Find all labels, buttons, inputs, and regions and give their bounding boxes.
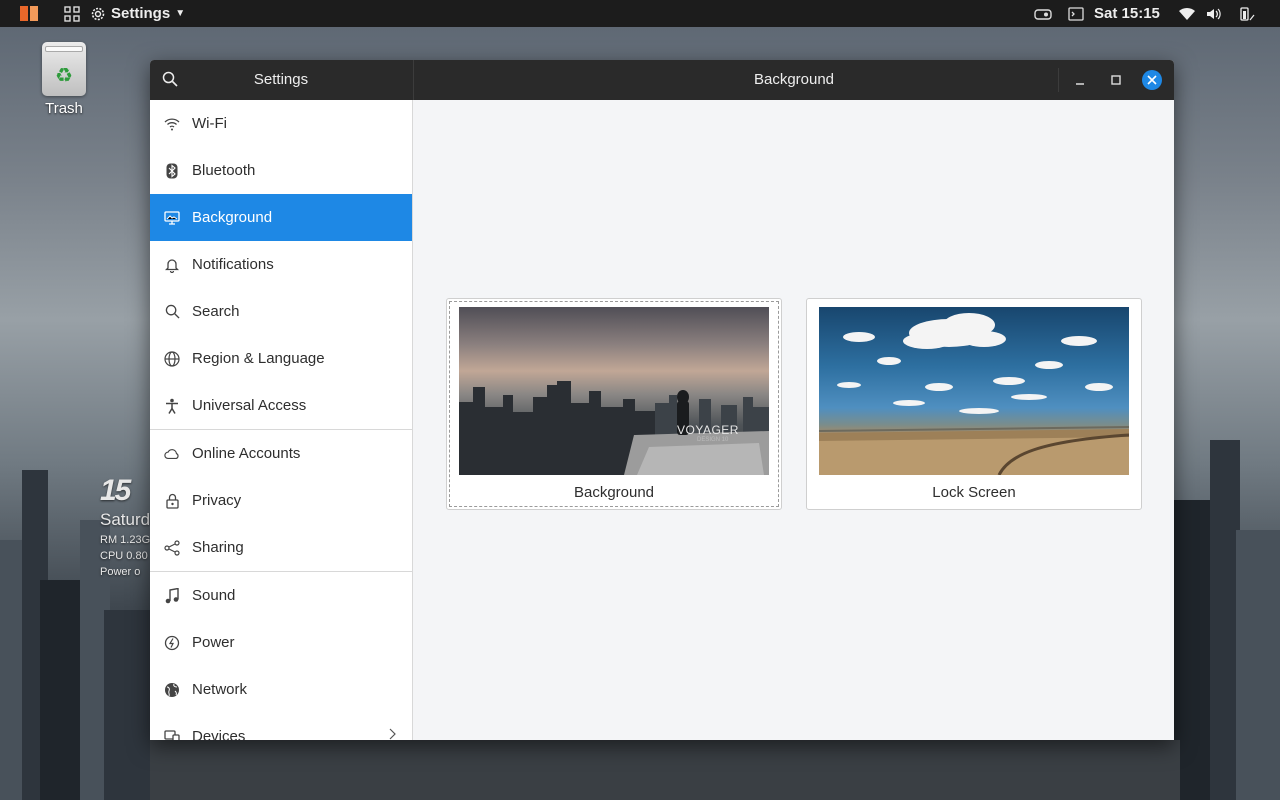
sidebar-item-background[interactable]: Background [150,194,412,241]
maximize-button[interactable] [1106,70,1126,90]
sidebar-title: Settings [253,71,309,88]
activities-logo-icon[interactable] [20,0,40,27]
app-menu[interactable]: Settings ▼ [90,0,185,27]
sidebar-item-label: Bluetooth [192,162,256,179]
clock[interactable]: Sat 15:15 [1094,0,1160,27]
sidebar: Wi-Fi Bluetooth Background Notifications… [150,100,413,740]
sidebar-item-label: Sharing [192,539,244,556]
lock-icon [164,493,180,509]
background-wallpaper-card[interactable]: VOYAGER DESIGN 10 Background [446,298,782,510]
bluetooth-icon [164,163,180,179]
header-bar: Settings Background [150,60,1174,100]
sidebar-item-search[interactable]: Search [150,288,412,335]
wallpaper-watermark: VOYAGER [677,423,739,437]
sidebar-item-label: Background [192,209,273,226]
sidebar-item-privacy[interactable]: Privacy [150,477,412,524]
sidebar-item-notifications[interactable]: Notifications [150,241,412,288]
network-globe-icon [164,682,180,698]
volume-icon[interactable] [1206,0,1222,27]
sidebar-item-label: Search [192,303,240,320]
bell-icon [164,257,180,273]
wifi-signal-icon[interactable] [1178,0,1196,27]
sidebar-item-power[interactable]: Power [150,619,412,666]
wallpaper-watermark-sub: DESIGN 10 [697,437,729,443]
trash-icon: ♻ [42,42,86,96]
app-grid-icon[interactable] [64,0,80,27]
gear-icon [91,7,105,20]
conky-ram: RM 1.23G [100,534,151,546]
close-button[interactable] [1142,70,1162,90]
top-bar: Settings ▼ Sat 15:15 [0,0,1280,27]
desktop-trash[interactable]: ♻ Trash [34,42,94,117]
chevron-right-icon [388,727,396,740]
share-icon [164,539,180,556]
settings-window: Settings Background Wi-Fi Bluetooth Back… [150,60,1174,740]
battery-icon[interactable] [1236,0,1256,27]
sidebar-item-bluetooth[interactable]: Bluetooth [150,147,412,194]
devices-icon [164,729,180,740]
sidebar-item-label: Notifications [192,256,274,273]
sidebar-item-sound[interactable]: Sound [150,572,412,619]
background-caption: Background [573,484,655,501]
close-icon [1147,75,1157,85]
lock-screen-thumbnail [819,307,1129,475]
sidebar-item-label: Devices [192,728,246,740]
wifi-icon [164,116,180,132]
conky-day: Saturd [100,510,151,529]
sidebar-item-universal-access[interactable]: Universal Access [150,382,412,429]
lock-screen-wallpaper-card[interactable]: Lock Screen [806,298,1142,510]
sidebar-item-label: Wi-Fi [192,115,227,132]
conky-widget: 15 Saturd RM 1.23G CPU 0.80 Power o [100,474,151,579]
music-note-icon [164,587,180,604]
terminal-icon[interactable] [1068,0,1084,27]
globe-icon [164,350,180,367]
sidebar-item-online-accounts[interactable]: Online Accounts [150,430,412,477]
app-menu-label: Settings [111,5,171,22]
minimize-button[interactable] [1070,70,1090,90]
sidebar-item-label: Region & Language [192,350,325,367]
sidebar-item-label: Online Accounts [192,445,301,462]
sidebar-item-label: Sound [192,587,236,604]
display-icon [164,210,180,226]
sidebar-item-devices[interactable]: Devices [150,713,412,740]
sidebar-item-label: Network [192,681,248,698]
sidebar-item-label: Power [192,634,235,651]
conky-power: Power o [100,566,141,578]
header-divider [1058,68,1059,92]
trash-label: Trash [45,100,83,117]
sidebar-item-wifi[interactable]: Wi-Fi [150,100,412,147]
sidebar-item-sharing[interactable]: Sharing [150,524,412,571]
sensors-icon[interactable] [1034,0,1052,27]
sidebar-item-network[interactable]: Network [150,666,412,713]
conky-hour: 15 [100,474,131,507]
search-icon [164,304,180,320]
power-icon [164,635,180,651]
background-thumbnail: VOYAGER DESIGN 10 [459,307,769,475]
conky-cpu: CPU 0.80 [100,550,148,562]
sidebar-item-label: Privacy [192,492,242,509]
sidebar-item-label: Universal Access [192,397,307,414]
chevron-down-icon: ▼ [175,8,186,19]
cloud-icon [164,446,180,462]
page-title: Background [753,71,835,88]
background-panel: VOYAGER DESIGN 10 Background Lock Screen [413,100,1174,740]
lock-screen-caption: Lock Screen [932,484,1016,501]
sidebar-item-region-language[interactable]: Region & Language [150,335,412,382]
person-icon [164,398,180,414]
